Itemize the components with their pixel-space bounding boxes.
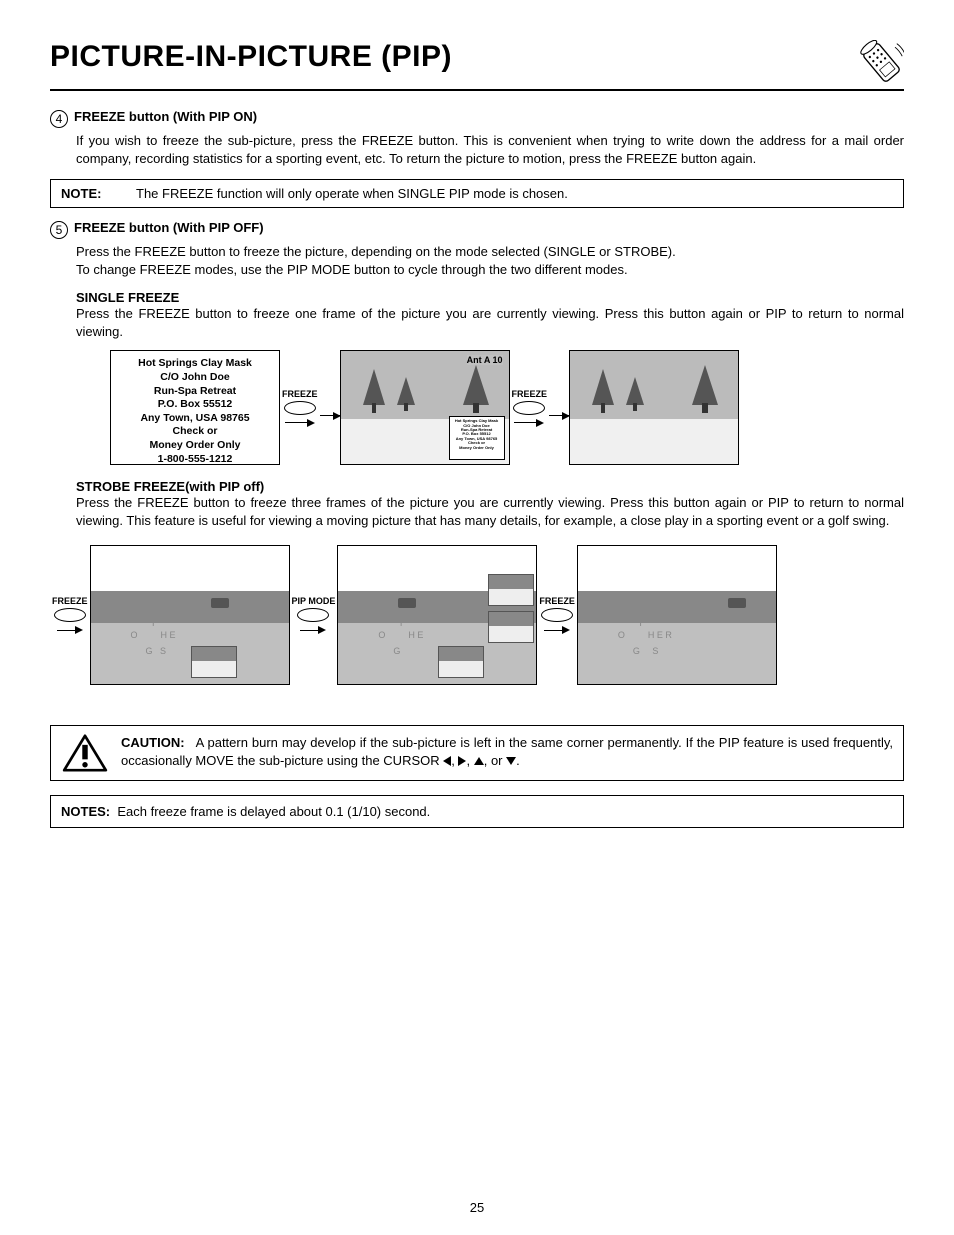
freeze-button-icon — [54, 608, 86, 622]
figure-winter-screen — [569, 350, 739, 465]
remote-control-icon — [859, 40, 904, 85]
caution-text-body: A pattern burn may develop if the sub-pi… — [121, 735, 893, 768]
freeze-label-1: FREEZE — [282, 389, 318, 399]
freeze-arrow-r2-1: FREEZE — [52, 596, 88, 634]
addr-l4: P.O. Box 55512 — [111, 398, 279, 412]
ant-label: Ant A 10 — [467, 355, 503, 365]
cursor-right-icon — [458, 756, 466, 766]
freeze-button-icon — [284, 401, 316, 415]
tree-icon — [461, 365, 491, 415]
figure-winter-pip-screen: Ant A 10 Hot Springs Clay MaskC/O John D… — [340, 350, 510, 465]
single-freeze-heading: SINGLE FREEZE — [76, 290, 904, 305]
figure-race-screen-2: O H E G T — [337, 545, 537, 685]
strobe-frame-icon — [488, 574, 534, 606]
step4-heading: FREEZE button (With PIP ON) — [74, 109, 257, 128]
strobe-frame-icon — [191, 646, 237, 678]
strobe-freeze-heading: STROBE FREEZE(with PIP off) — [76, 479, 904, 494]
notes-text: Each freeze frame is delayed about 0.1 (… — [117, 804, 430, 819]
pip-inset-text: Hot Springs Clay MaskC/O John DoeRun-Spa… — [450, 417, 504, 450]
addr-l6: Check or — [111, 425, 279, 439]
addr-l5: Any Town, USA 98765 — [111, 412, 279, 426]
step5-line1: Press the FREEZE button to freeze the pi… — [76, 243, 904, 261]
freeze-arrow-r2-2: FREEZE — [539, 596, 575, 634]
figure-race-screen-3: O H E R G S T — [577, 545, 777, 685]
pipmode-label: PIP MODE — [292, 596, 336, 606]
single-freeze-body: Press the FREEZE button to freeze one fr… — [76, 305, 904, 340]
page-title: PICTURE-IN-PICTURE (PIP) — [50, 40, 452, 74]
pipmode-arrow: PIP MODE — [292, 596, 336, 634]
step5-heading: FREEZE button (With PIP OFF) — [74, 220, 264, 239]
notes-box: NOTES: Each freeze frame is delayed abou… — [50, 795, 904, 828]
step-number-4: 4 — [50, 110, 68, 128]
note-text: The FREEZE function will only operate wh… — [136, 186, 568, 201]
warning-icon — [61, 734, 109, 772]
freeze-arrow-2: FREEZE — [512, 389, 548, 427]
boat-icon — [728, 598, 746, 608]
step4-body: If you wish to freeze the sub-picture, p… — [76, 132, 904, 167]
strobe-freeze-body: Press the FREEZE button to freeze three … — [76, 494, 904, 529]
figure-address-screen: Hot Springs Clay Mask C/O John Doe Run-S… — [110, 350, 280, 465]
freeze-label-2: FREEZE — [512, 389, 548, 399]
note-label: NOTE: — [61, 186, 136, 201]
freeze-arrow-1: FREEZE — [282, 389, 318, 427]
cursor-up-icon — [474, 757, 484, 765]
addr-l8: 1-800-555-1212 — [111, 453, 279, 467]
addr-l7: Money Order Only — [111, 439, 279, 453]
page-number: 25 — [0, 1200, 954, 1215]
pipmode-button-icon — [297, 608, 329, 622]
step-number-5: 5 — [50, 221, 68, 239]
addr-l3: Run-Spa Retreat — [111, 385, 279, 399]
strobe-frame-icon — [488, 611, 534, 643]
tree-icon — [690, 365, 720, 415]
step5-line2: To change FREEZE modes, use the PIP MODE… — [76, 261, 904, 279]
cursor-left-icon — [443, 756, 451, 766]
caution-label: CAUTION: — [121, 735, 185, 750]
pip-inset: Hot Springs Clay MaskC/O John DoeRun-Spa… — [449, 416, 505, 460]
tree-icon — [590, 369, 616, 415]
figure-race-screen-1: O H E G S T — [90, 545, 290, 685]
addr-l1: Hot Springs Clay Mask — [111, 357, 279, 371]
cursor-down-icon — [506, 757, 516, 765]
addr-l2: C/O John Doe — [111, 371, 279, 385]
tree-icon — [396, 377, 416, 413]
boat-icon — [211, 598, 229, 608]
freeze-label-r2-2: FREEZE — [539, 596, 575, 606]
note-box: NOTE: The FREEZE function will only oper… — [50, 179, 904, 208]
tree-icon — [625, 377, 645, 413]
strobe-frame-icon — [438, 646, 484, 678]
freeze-button-icon — [513, 401, 545, 415]
notes-label: NOTES: — [61, 804, 110, 819]
boat-icon — [398, 598, 416, 608]
freeze-button-icon — [541, 608, 573, 622]
tree-icon — [361, 369, 387, 415]
freeze-label-r2-1: FREEZE — [52, 596, 88, 606]
caution-box: CAUTION: A pattern burn may develop if t… — [50, 725, 904, 781]
